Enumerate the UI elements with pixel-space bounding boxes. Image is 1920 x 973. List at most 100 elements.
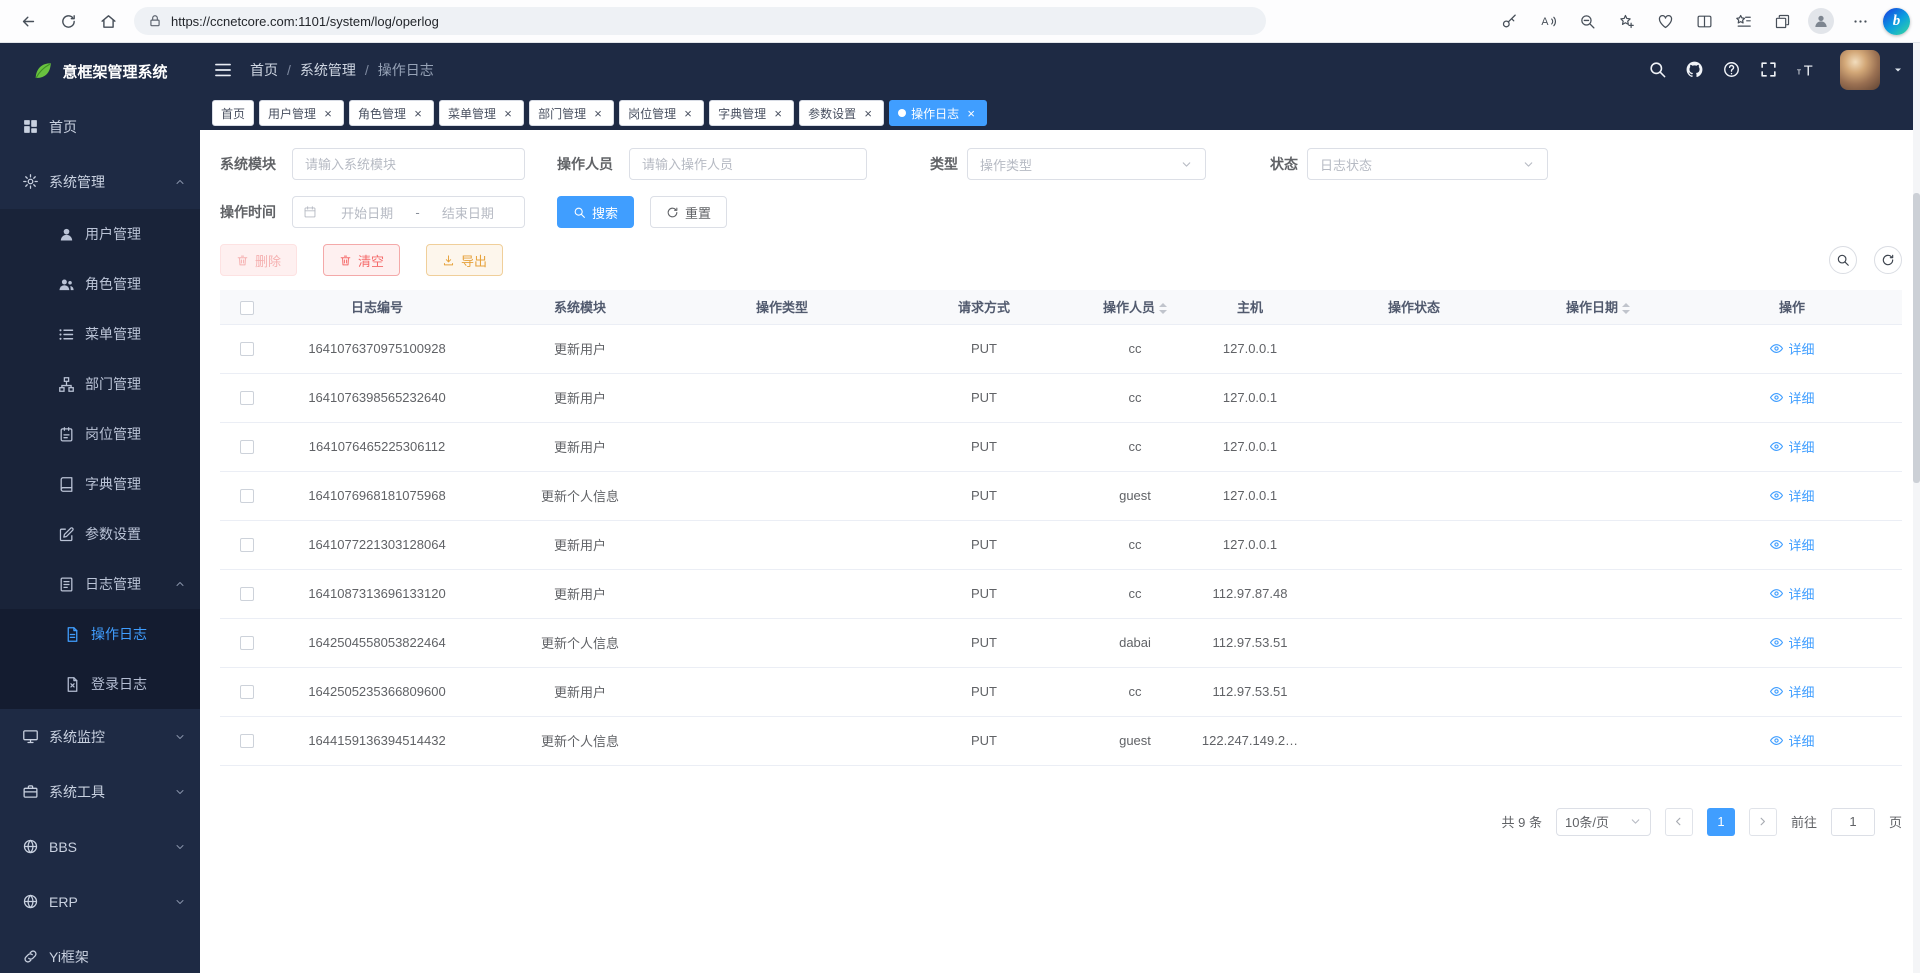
tab-3[interactable]: 角色管理× — [349, 100, 434, 126]
sidebar-item-16[interactable]: ERP — [0, 874, 200, 929]
tab-4[interactable]: 菜单管理× — [439, 100, 524, 126]
browser-profile-button[interactable] — [1805, 4, 1837, 38]
sidebar-item-4[interactable]: 角色管理 — [0, 259, 200, 309]
goto-page-input[interactable] — [1831, 808, 1875, 836]
row-checkbox[interactable] — [240, 734, 254, 748]
tab-1[interactable]: 首页 — [212, 100, 254, 126]
sort-carets-icon[interactable] — [1159, 303, 1167, 314]
tab-close-icon[interactable]: × — [681, 106, 695, 120]
sidebar-item-8[interactable]: 字典管理 — [0, 459, 200, 509]
column-header[interactable]: 操作日期 — [1514, 290, 1682, 324]
sidebar-item-2[interactable]: 系统管理 — [0, 154, 200, 209]
chevron-down-icon[interactable] — [1892, 64, 1904, 76]
refresh-table-button[interactable] — [1874, 246, 1902, 274]
browser-essentials-button[interactable] — [1649, 4, 1681, 38]
next-page-button[interactable] — [1749, 808, 1777, 836]
row-checkbox[interactable] — [240, 587, 254, 601]
column-header[interactable]: 操作人员 — [1084, 290, 1186, 324]
header-search-button[interactable] — [1648, 60, 1667, 79]
tab-5[interactable]: 部门管理× — [529, 100, 614, 126]
search-button[interactable]: 搜索 — [557, 196, 634, 228]
browser-address-bar[interactable]: https://ccnetcore.com:1101/system/log/op… — [134, 7, 1266, 35]
detail-link[interactable]: 详细 — [1769, 437, 1814, 456]
tab-close-icon[interactable]: × — [501, 106, 515, 120]
tab-close-icon[interactable]: × — [591, 106, 605, 120]
breadcrumb-item[interactable]: 首页 — [250, 60, 278, 80]
type-select[interactable]: 操作类型 — [967, 148, 1206, 180]
sort-carets-icon[interactable] — [1622, 303, 1630, 314]
tab-8[interactable]: 参数设置× — [799, 100, 884, 126]
tab-close-icon[interactable]: × — [771, 106, 785, 120]
delete-button[interactable]: 删除 — [220, 244, 297, 276]
sidebar-item-6[interactable]: 部门管理 — [0, 359, 200, 409]
sidebar-item-10[interactable]: 日志管理 — [0, 559, 200, 609]
browser-refresh-button[interactable] — [50, 4, 86, 38]
github-button[interactable] — [1685, 60, 1704, 79]
select-all-checkbox[interactable] — [240, 301, 254, 315]
reset-button[interactable]: 重置 — [650, 196, 727, 228]
toggle-search-button[interactable] — [1829, 246, 1857, 274]
sidebar-item-3[interactable]: 用户管理 — [0, 209, 200, 259]
browser-home-button[interactable] — [90, 4, 126, 38]
breadcrumb-item[interactable]: 系统管理 — [300, 60, 356, 80]
sidebar-item-14[interactable]: 系统工具 — [0, 764, 200, 819]
split-screen-button[interactable] — [1688, 4, 1720, 38]
tab-close-icon[interactable]: × — [964, 106, 978, 120]
sidebar-item-1[interactable]: 首页 — [0, 99, 200, 154]
page-size-select[interactable]: 10条/页 — [1556, 808, 1651, 836]
tab-close-icon[interactable]: × — [321, 106, 335, 120]
sidebar-item-5[interactable]: 菜单管理 — [0, 309, 200, 359]
row-checkbox[interactable] — [240, 685, 254, 699]
detail-link[interactable]: 详细 — [1769, 486, 1814, 505]
tab-9[interactable]: 操作日志× — [889, 100, 987, 126]
read-aloud-button[interactable]: A — [1532, 4, 1564, 38]
export-button[interactable]: 导出 — [426, 244, 503, 276]
clear-button[interactable]: 清空 — [323, 244, 400, 276]
zoom-button[interactable] — [1571, 4, 1603, 38]
scrollbar-thumb[interactable] — [1913, 193, 1920, 483]
sidebar-item-17[interactable]: Yi框架 — [0, 929, 200, 973]
detail-link[interactable]: 详细 — [1769, 633, 1814, 652]
sidebar-item-9[interactable]: 参数设置 — [0, 509, 200, 559]
browser-back-button[interactable] — [10, 4, 46, 38]
help-button[interactable] — [1722, 60, 1741, 79]
sidebar-item-13[interactable]: 系统监控 — [0, 709, 200, 764]
module-input[interactable] — [292, 148, 525, 180]
row-checkbox[interactable] — [240, 538, 254, 552]
bing-copilot-button[interactable]: b — [1883, 8, 1910, 35]
scrollbar[interactable] — [1913, 43, 1920, 973]
collections-button[interactable] — [1766, 4, 1798, 38]
detail-link[interactable]: 详细 — [1769, 584, 1814, 603]
favorites-bar-button[interactable] — [1727, 4, 1759, 38]
password-key-button[interactable] — [1493, 4, 1525, 38]
browser-menu-button[interactable] — [1844, 4, 1876, 38]
row-checkbox[interactable] — [240, 636, 254, 650]
detail-link[interactable]: 详细 — [1769, 731, 1814, 750]
add-favorite-button[interactable] — [1610, 4, 1642, 38]
sidebar-item-12[interactable]: 登录日志 — [0, 659, 200, 709]
tab-close-icon[interactable]: × — [861, 106, 875, 120]
tab-2[interactable]: 用户管理× — [259, 100, 344, 126]
font-size-button[interactable]: тT — [1796, 59, 1818, 81]
user-avatar[interactable] — [1840, 50, 1880, 90]
status-select[interactable]: 日志状态 — [1307, 148, 1548, 180]
detail-link[interactable]: 详细 — [1769, 339, 1814, 358]
detail-link[interactable]: 详细 — [1769, 682, 1814, 701]
row-checkbox[interactable] — [240, 342, 254, 356]
page-number-button[interactable]: 1 — [1707, 808, 1735, 836]
sidebar-item-7[interactable]: 岗位管理 — [0, 409, 200, 459]
detail-link[interactable]: 详细 — [1769, 535, 1814, 554]
sidebar-item-11[interactable]: 操作日志 — [0, 609, 200, 659]
operator-input[interactable] — [629, 148, 867, 180]
tab-6[interactable]: 岗位管理× — [619, 100, 704, 126]
row-checkbox[interactable] — [240, 440, 254, 454]
sidebar-item-15[interactable]: BBS — [0, 819, 200, 874]
tab-7[interactable]: 字典管理× — [709, 100, 794, 126]
prev-page-button[interactable] — [1665, 808, 1693, 836]
detail-link[interactable]: 详细 — [1769, 388, 1814, 407]
fullscreen-button[interactable] — [1759, 60, 1778, 79]
sidebar-collapse-button[interactable] — [212, 59, 234, 81]
row-checkbox[interactable] — [240, 391, 254, 405]
tab-close-icon[interactable]: × — [411, 106, 425, 120]
date-range-picker[interactable]: 开始日期 - 结束日期 — [292, 196, 525, 228]
